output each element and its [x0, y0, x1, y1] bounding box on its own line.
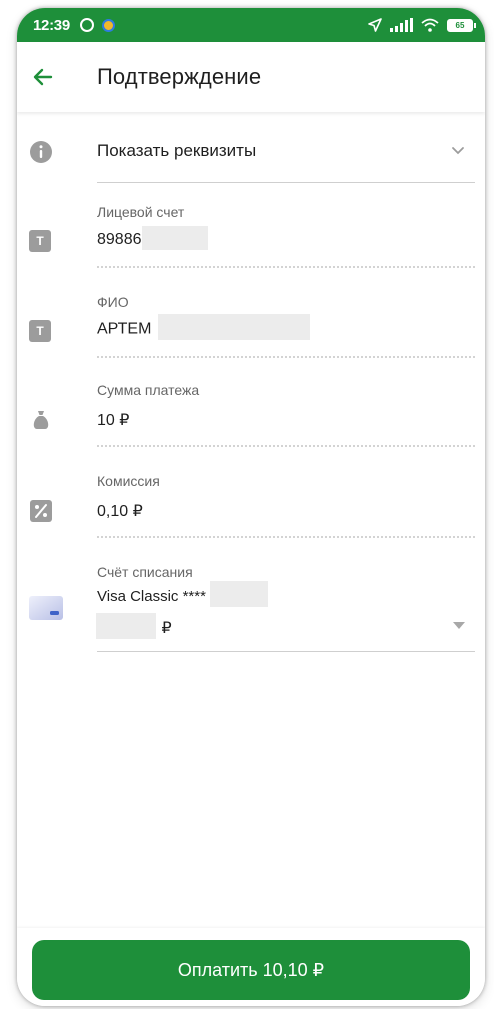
- signal-icon: [390, 18, 413, 32]
- commission-label: Комиссия: [97, 473, 160, 489]
- redacted-block: [141, 226, 208, 250]
- amount-value: 10 ₽: [97, 412, 130, 429]
- percent-icon: [30, 500, 52, 522]
- pay-button[interactable]: Оплатить 10,10 ₽: [32, 940, 470, 1000]
- amount-label: Сумма платежа: [97, 382, 200, 398]
- name-value: АРТЕМ: [97, 314, 310, 340]
- show-details-label: Показать реквизиты: [97, 141, 257, 160]
- account-label: Лицевой счет: [97, 204, 185, 220]
- app-bar: Подтверждение: [17, 42, 485, 112]
- name-label: ФИО: [97, 294, 129, 310]
- card-name-row: Visa Classic ****: [97, 581, 269, 607]
- status-bar: 12:39 65: [17, 8, 485, 42]
- commission-value: 0,10 ₽: [97, 503, 143, 520]
- footer-bar: Оплатить 10,10 ₽: [17, 928, 485, 1006]
- status-indicators: 65: [368, 16, 476, 34]
- chevron-down-icon: [452, 147, 464, 155]
- details-divider: [97, 182, 475, 183]
- account-number: 89886: [97, 231, 142, 249]
- dropdown-arrow-icon: [453, 622, 465, 629]
- text-field-icon: T: [29, 230, 51, 252]
- debit-account-underline: [97, 651, 475, 652]
- card-name: Visa Classic ****: [97, 587, 206, 605]
- name-field: T ФИО АРТЕМ: [17, 275, 485, 364]
- show-details-row[interactable]: Показать реквизиты: [17, 112, 485, 187]
- arrow-left-icon: [33, 68, 53, 86]
- redacted-block: [210, 581, 269, 607]
- location-arrow-icon: [368, 18, 382, 32]
- info-icon: [30, 141, 52, 163]
- redacted-block: [96, 612, 156, 639]
- phone-screen: 12:39 65 Подтверждение Показать реквизит…: [17, 8, 485, 1006]
- account-value: 89886: [97, 226, 208, 250]
- name-underline: [97, 356, 475, 358]
- account-field: T Лицевой счет 89886: [17, 187, 485, 275]
- money-bag-icon: [33, 411, 49, 429]
- text-field-icon: T: [29, 320, 51, 342]
- amount-field: Сумма платежа 10 ₽: [17, 364, 485, 454]
- card-balance-currency: ₽: [161, 620, 172, 637]
- debit-account-label: Счёт списания: [97, 564, 193, 580]
- wifi-icon: [421, 18, 439, 32]
- back-button[interactable]: [27, 61, 59, 93]
- name-first: АРТЕМ: [97, 320, 152, 338]
- commission-underline: [97, 536, 475, 538]
- app-notification-icon: [102, 19, 115, 32]
- bank-card-icon: [29, 596, 63, 620]
- card-balance-row: ₽: [96, 612, 172, 639]
- redacted-block: [157, 314, 310, 340]
- account-underline: [97, 266, 475, 268]
- battery-icon: 65: [447, 18, 476, 32]
- debit-account-field[interactable]: Счёт списания Visa Classic **** ₽: [17, 544, 485, 654]
- commission-field: Комиссия 0,10 ₽: [17, 454, 485, 544]
- amount-underline: [97, 445, 475, 447]
- page-title: Подтверждение: [97, 64, 262, 89]
- alarm-icon: [80, 18, 94, 32]
- status-time: 12:39: [33, 17, 70, 34]
